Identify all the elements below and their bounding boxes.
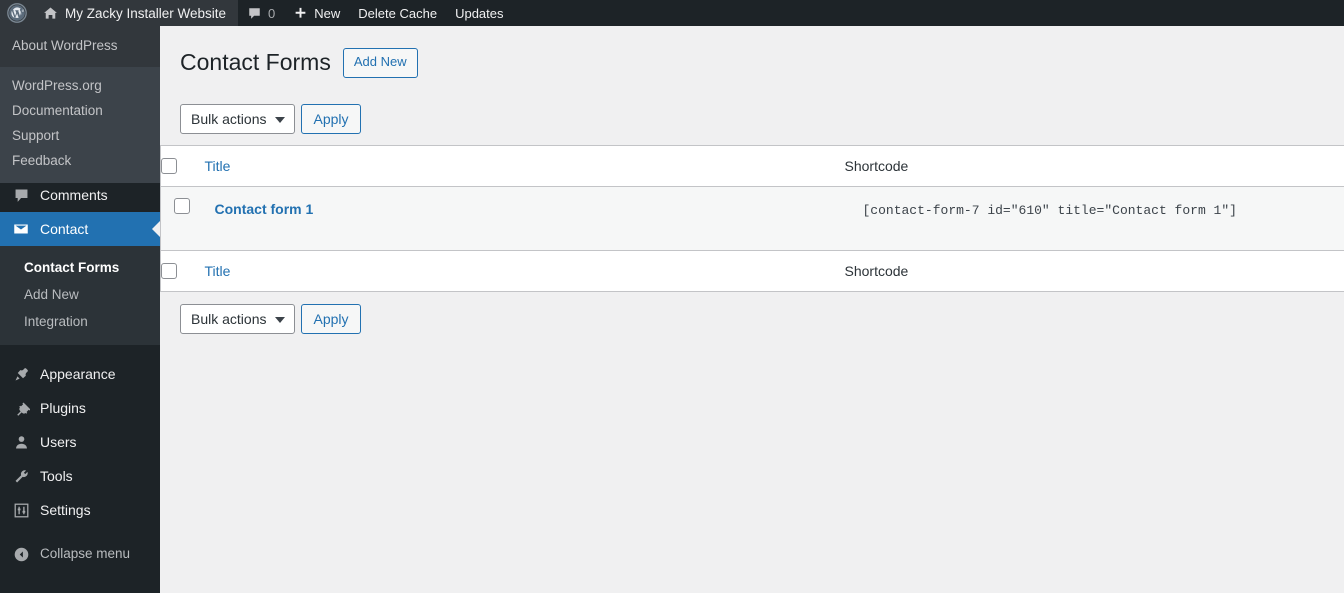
select-all-header: [160, 145, 205, 187]
new-content-button[interactable]: New: [284, 0, 349, 26]
sidebar-item-label: Users: [40, 434, 77, 450]
column-header-shortcode-label: Shortcode: [844, 157, 909, 174]
row-select-cell: [161, 186, 205, 250]
row-title-link[interactable]: Contact form 1: [215, 201, 314, 217]
table-body: Contact form 1 [contact-form-7 id="610" …: [160, 186, 1344, 251]
main-content: Contact Forms Add New Bulk actions Apply…: [160, 26, 1344, 593]
sidebar-subitem-integration[interactable]: Integration: [0, 308, 160, 335]
table-footer-row: Title Shortcode: [160, 250, 1344, 292]
comment-bubble-icon: [11, 185, 31, 205]
sidebar-subitem-add-new[interactable]: Add New: [0, 281, 160, 308]
contact-forms-table: Title Shortcode Contact form 1 [contact-…: [160, 144, 1344, 292]
about-wordpress-label: About WordPress: [12, 38, 118, 53]
tablenav-bottom: Bulk actions Apply: [160, 292, 1344, 334]
select-all-checkbox-bottom[interactable]: [161, 262, 177, 279]
footer-column-title-link[interactable]: Title: [205, 263, 231, 279]
envelope-icon: [11, 219, 31, 239]
column-header-title-link[interactable]: Title: [205, 158, 231, 174]
sidebar-item-label: Comments: [40, 187, 108, 203]
admin-bar: My Zacky Installer Website 0 New Delete …: [0, 0, 1344, 26]
table-header-row: Title Shortcode: [160, 145, 1344, 187]
paintbrush-pin-icon: [11, 364, 31, 384]
column-header-shortcode: Shortcode: [844, 145, 1344, 187]
add-new-button[interactable]: Add New: [342, 48, 418, 78]
footer-column-title: Title: [204, 250, 845, 292]
select-all-footer: [160, 250, 205, 292]
sidebar-item-label: Appearance: [40, 366, 116, 382]
user-icon: [11, 432, 31, 452]
flyout-link-documentation[interactable]: Documentation: [0, 98, 160, 123]
sidebar-item-comments[interactable]: Comments: [0, 178, 160, 212]
wordpress-logo-button[interactable]: [0, 0, 34, 26]
arrow-left-circle-icon: [11, 544, 31, 564]
chevron-down-icon: [275, 316, 286, 323]
chevron-down-icon: [275, 116, 286, 123]
bulk-actions-value: Bulk actions: [191, 310, 267, 327]
table-head: Title Shortcode: [160, 145, 1344, 187]
about-wordpress-flyout: About WordPress WordPress.org Documentat…: [0, 26, 160, 183]
sidebar-separator: [0, 527, 160, 537]
flyout-link-support[interactable]: Support: [0, 123, 160, 148]
plug-icon: [11, 398, 31, 418]
comments-count: 0: [268, 5, 276, 21]
flyout-link-wordpress-org[interactable]: WordPress.org: [0, 73, 160, 98]
table-foot: Title Shortcode: [160, 250, 1344, 292]
updates-button[interactable]: Updates: [446, 0, 512, 26]
row-shortcode-cell: [contact-form-7 id="610" title="Contact …: [845, 186, 1344, 250]
wordpress-logo-icon: [7, 3, 27, 23]
bulk-actions-select-top[interactable]: Bulk actions: [180, 103, 296, 134]
footer-column-shortcode: Shortcode: [844, 250, 1344, 292]
tablenav-top: Bulk actions Apply: [160, 78, 1344, 145]
sidebar-item-settings[interactable]: Settings: [0, 493, 160, 527]
column-header-title: Title: [204, 145, 845, 187]
footer-column-shortcode-label: Shortcode: [844, 262, 909, 279]
sidebar-item-label: Tools: [40, 468, 73, 484]
site-name-menu[interactable]: My Zacky Installer Website: [34, 0, 239, 26]
row-checkbox[interactable]: [174, 197, 190, 214]
delete-cache-button[interactable]: Delete Cache: [349, 0, 446, 26]
collapse-menu-label: Collapse menu: [40, 546, 131, 562]
apply-button-bottom[interactable]: Apply: [301, 303, 361, 334]
sliders-icon: [11, 500, 31, 520]
apply-button-top[interactable]: Apply: [301, 103, 361, 134]
row-shortcode-text[interactable]: [contact-form-7 id="610" title="Contact …: [863, 203, 1237, 218]
about-flyout-links: WordPress.org Documentation Support Feed…: [0, 67, 160, 183]
updates-label: Updates: [455, 5, 504, 21]
about-wordpress-link[interactable]: About WordPress: [0, 26, 160, 67]
table-row: Contact form 1 [contact-form-7 id="610" …: [160, 186, 1344, 251]
sidebar-item-contact[interactable]: Contact: [0, 212, 160, 246]
comments-bubble-button[interactable]: 0: [238, 0, 284, 26]
select-all-checkbox-top[interactable]: [161, 157, 177, 174]
collapse-menu-button[interactable]: Collapse menu: [0, 537, 160, 571]
sidebar-separator: [0, 345, 160, 357]
flyout-link-feedback[interactable]: Feedback: [0, 148, 160, 173]
wrench-icon: [11, 466, 31, 486]
sidebar-item-appearance[interactable]: Appearance: [0, 357, 160, 391]
delete-cache-label: Delete Cache: [358, 5, 438, 21]
bulk-actions-select-bottom[interactable]: Bulk actions: [180, 303, 296, 334]
row-title-cell: Contact form 1: [205, 186, 845, 250]
site-name-label: My Zacky Installer Website: [65, 5, 227, 21]
sidebar-item-label: Contact: [40, 221, 89, 237]
page-title: Contact Forms: [180, 49, 331, 75]
current-menu-arrow-icon: [152, 221, 160, 237]
bulk-actions-value: Bulk actions: [191, 110, 267, 127]
sidebar-item-plugins[interactable]: Plugins: [0, 391, 160, 425]
new-content-label: New: [314, 5, 341, 21]
sidebar-submenu-contact: Contact Forms Add New Integration: [0, 246, 160, 345]
sidebar-item-tools[interactable]: Tools: [0, 459, 160, 493]
sidebar-item-label: Plugins: [40, 400, 86, 416]
comment-bubble-icon: [247, 6, 262, 21]
home-icon: [42, 5, 59, 22]
sidebar-item-users[interactable]: Users: [0, 425, 160, 459]
page-header: Contact Forms Add New: [160, 26, 1344, 78]
sidebar-subitem-contact-forms[interactable]: Contact Forms: [0, 254, 160, 281]
plus-icon: [293, 6, 308, 21]
sidebar-item-label: Settings: [40, 502, 91, 518]
